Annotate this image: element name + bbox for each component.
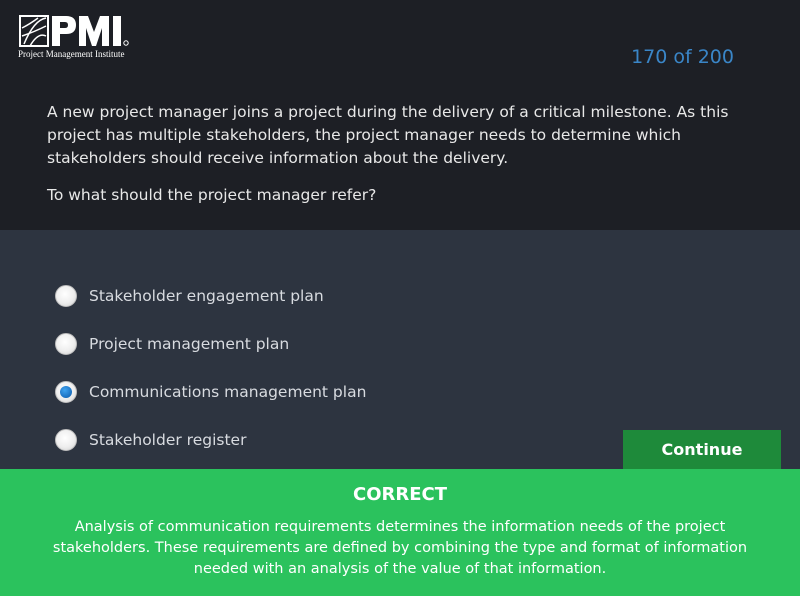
feedback-title: CORRECT <box>352 484 448 505</box>
option-label: Stakeholder register <box>89 431 247 449</box>
continue-button[interactable]: Continue <box>623 430 781 469</box>
pmi-logo: Project Management Institute <box>18 14 144 59</box>
option-label: Communications management plan <box>89 383 367 401</box>
answer-options: Stakeholder engagement plan Project mana… <box>55 272 366 464</box>
radio-button[interactable] <box>55 285 77 307</box>
question-counter: 170 of 200 <box>631 46 734 68</box>
option-project-management-plan[interactable]: Project management plan <box>55 320 366 368</box>
option-stakeholder-register[interactable]: Stakeholder register <box>55 416 366 464</box>
radio-button-selected[interactable] <box>55 381 77 403</box>
option-stakeholder-engagement-plan[interactable]: Stakeholder engagement plan <box>55 272 366 320</box>
question-body: A new project manager joins a project du… <box>47 103 729 167</box>
pmi-logo-icon <box>19 15 129 47</box>
question-header: Project Management Institute 170 of 200 … <box>0 0 800 230</box>
option-communications-management-plan[interactable]: Communications management plan <box>55 368 366 416</box>
logo-subtitle: Project Management Institute <box>18 49 125 59</box>
option-label: Stakeholder engagement plan <box>89 287 324 305</box>
feedback-text: Analysis of communication requirements d… <box>52 519 748 577</box>
option-label: Project management plan <box>89 335 290 353</box>
radio-button[interactable] <box>55 429 77 451</box>
question-prompt: To what should the project manager refer… <box>47 186 377 204</box>
radio-button[interactable] <box>55 333 77 355</box>
question-text: A new project manager joins a project du… <box>47 101 747 170</box>
feedback-panel: CORRECT Analysis of communication requir… <box>0 469 800 596</box>
